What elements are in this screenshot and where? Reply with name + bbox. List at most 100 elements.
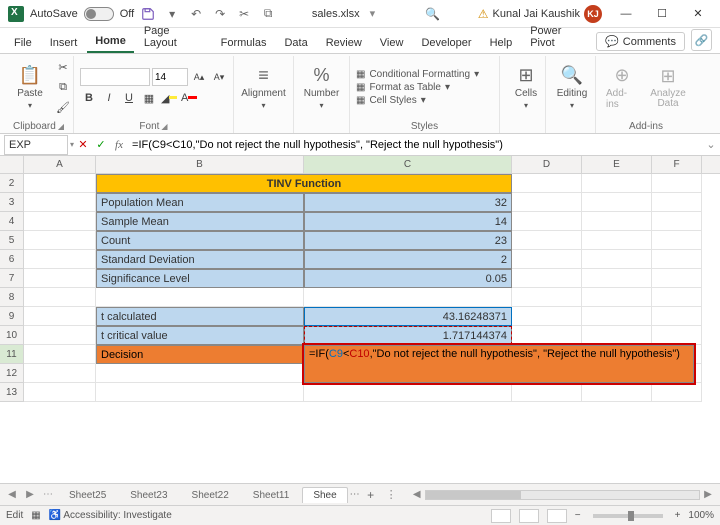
cell-label[interactable]: Standard Deviation [96, 250, 304, 269]
cell[interactable] [652, 212, 702, 231]
tab-review[interactable]: Review [318, 33, 370, 53]
comments-button[interactable]: 💬 Comments [596, 32, 685, 51]
fx-button[interactable]: fx [110, 139, 128, 151]
cell[interactable] [582, 250, 652, 269]
cell-label[interactable]: t calculated [96, 307, 304, 326]
close-button[interactable]: ✕ [680, 0, 716, 28]
cell[interactable] [24, 193, 96, 212]
cell[interactable] [582, 326, 652, 345]
cell-value[interactable]: 14 [304, 212, 512, 231]
row-header[interactable]: 9 [0, 307, 24, 326]
formula-edit-overlay[interactable]: =IF(C9<C10,"Do not reject the null hypot… [304, 345, 694, 383]
sheet-tab[interactable]: Sheet11 [242, 487, 301, 503]
cell-value[interactable]: 1.717144374 [304, 326, 512, 345]
sheet-tab[interactable]: Sheet25 [58, 487, 117, 503]
col-header-a[interactable]: A [24, 156, 96, 173]
col-header-e[interactable]: E [582, 156, 652, 173]
font-name-select[interactable] [80, 68, 150, 86]
cell[interactable] [652, 269, 702, 288]
tab-data[interactable]: Data [276, 33, 315, 53]
cell-value[interactable]: 23 [304, 231, 512, 250]
zoom-out-button[interactable]: − [575, 510, 581, 521]
cell-label[interactable]: Sample Mean [96, 212, 304, 231]
cell[interactable] [512, 269, 582, 288]
tab-file[interactable]: File [6, 33, 40, 53]
expand-formula-bar-icon[interactable]: ⌄ [702, 138, 720, 151]
select-all-corner[interactable] [0, 156, 24, 173]
cell-value[interactable]: 2 [304, 250, 512, 269]
sheet-overflow-icon[interactable]: ⋯ [350, 489, 360, 500]
zoom-level[interactable]: 100% [688, 510, 714, 521]
cell[interactable] [582, 231, 652, 250]
cell-styles-button[interactable]: ▦Cell Styles ▾ [356, 95, 479, 106]
cancel-formula-button[interactable]: ✕ [74, 138, 92, 151]
cell-label[interactable]: Significance Level [96, 269, 304, 288]
tab-power-pivot[interactable]: Power Pivot [522, 21, 594, 53]
italic-button[interactable]: I [100, 89, 118, 107]
copy-button[interactable]: ⧉ [54, 79, 72, 97]
add-sheet-button[interactable]: + [362, 488, 380, 502]
col-header-b[interactable]: B [96, 156, 304, 173]
cell[interactable] [512, 288, 582, 307]
sheet-nav-more[interactable]: ⋯ [40, 489, 56, 500]
underline-button[interactable]: U [120, 89, 138, 107]
cell[interactable] [512, 193, 582, 212]
cell[interactable] [512, 174, 582, 193]
row-header[interactable]: 7 [0, 269, 24, 288]
cell[interactable] [652, 307, 702, 326]
addins-button[interactable]: ⊕Add-ins [602, 63, 642, 112]
undo-icon[interactable]: ↶ [188, 6, 204, 22]
filename-dropdown-icon[interactable]: ▾ [370, 7, 376, 20]
cell[interactable] [652, 231, 702, 250]
cell[interactable] [512, 250, 582, 269]
autosave-toggle[interactable] [84, 7, 114, 21]
cell[interactable] [582, 193, 652, 212]
font-launcher-icon[interactable]: ◢ [161, 122, 167, 131]
enter-formula-button[interactable]: ✓ [92, 138, 110, 151]
formula-input[interactable] [128, 135, 702, 155]
cell[interactable] [24, 250, 96, 269]
view-normal-button[interactable] [491, 509, 511, 523]
number-button[interactable]: %Number▾ [300, 63, 343, 112]
cell[interactable] [652, 250, 702, 269]
tab-home[interactable]: Home [87, 31, 134, 53]
cell[interactable] [652, 193, 702, 212]
cell-label[interactable]: Population Mean [96, 193, 304, 212]
cell[interactable] [652, 174, 702, 193]
clipboard-launcher-icon[interactable]: ◢ [58, 122, 64, 131]
border-button[interactable]: ▦ [140, 89, 158, 107]
alignment-button[interactable]: ≡Alignment▾ [240, 63, 287, 112]
cell[interactable] [512, 231, 582, 250]
cells-button[interactable]: ⊞Cells▾ [506, 63, 546, 112]
row-header[interactable]: 12 [0, 364, 24, 383]
cell-value[interactable]: 0.05 [304, 269, 512, 288]
row-header[interactable]: 4 [0, 212, 24, 231]
cell[interactable] [652, 288, 702, 307]
col-header-c[interactable]: C [304, 156, 512, 173]
qat-dropdown-icon[interactable]: ▾ [164, 6, 180, 22]
tab-insert[interactable]: Insert [42, 33, 86, 53]
cell[interactable] [512, 212, 582, 231]
fill-color-button[interactable]: ◢ [160, 89, 178, 107]
zoom-in-button[interactable]: + [675, 510, 681, 521]
view-page-break-button[interactable] [547, 509, 567, 523]
redo-icon[interactable]: ↷ [212, 6, 228, 22]
font-size-select[interactable] [152, 68, 188, 86]
cell[interactable] [24, 231, 96, 250]
sheet-tab[interactable]: Sheet22 [181, 487, 240, 503]
cell[interactable] [652, 326, 702, 345]
cell[interactable] [582, 269, 652, 288]
cell[interactable] [512, 326, 582, 345]
row-header[interactable]: 6 [0, 250, 24, 269]
cell[interactable] [512, 383, 582, 402]
minimize-button[interactable]: — [608, 0, 644, 28]
cell[interactable] [582, 307, 652, 326]
row-header[interactable]: 10 [0, 326, 24, 345]
conditional-formatting-button[interactable]: ▦Conditional Formatting ▾ [356, 69, 479, 80]
stats-icon[interactable]: ▦ [31, 510, 40, 521]
font-color-button[interactable]: A [180, 89, 198, 107]
view-page-layout-button[interactable] [519, 509, 539, 523]
analyze-button[interactable]: ⊞Analyze Data [646, 64, 690, 111]
maximize-button[interactable]: ☐ [644, 0, 680, 28]
cut-icon[interactable]: ✂ [236, 6, 252, 22]
